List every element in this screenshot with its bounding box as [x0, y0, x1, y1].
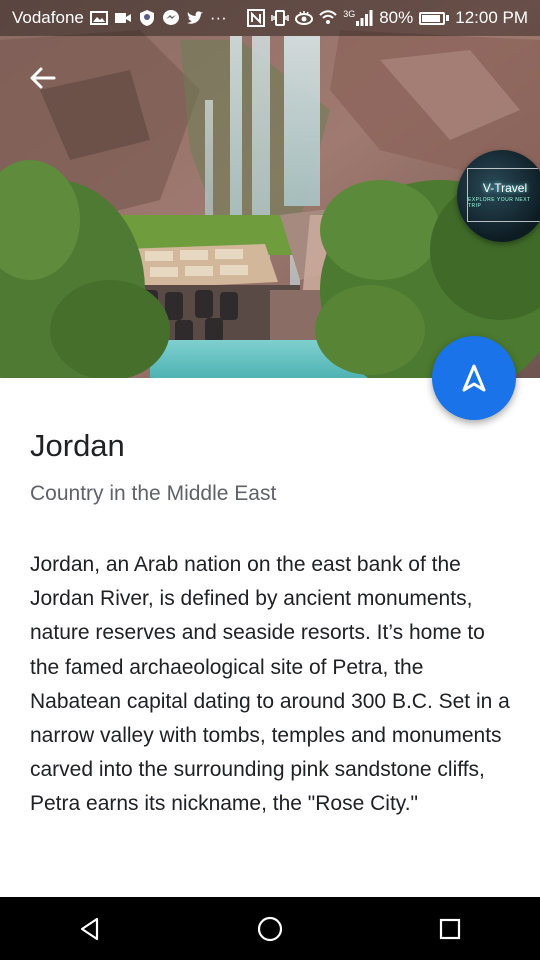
- status-bar: Vodafone ··· 3G 80% 12:00 PM: [0, 0, 540, 36]
- navigation-arrow-icon: [462, 364, 486, 392]
- wifi-icon: [319, 9, 337, 27]
- twitter-notification-icon: [186, 9, 204, 27]
- v-travel-logo: V-Travel EXPLORE YOUR NEXT TRIP: [467, 168, 540, 222]
- cellular-signal-icon: 3G: [343, 10, 373, 26]
- place-description: Jordan, an Arab nation on the east bank …: [30, 553, 510, 816]
- photo-notification-icon: [89, 9, 108, 27]
- battery-icon: [419, 11, 450, 25]
- clock-label: 12:00 PM: [455, 8, 528, 27]
- network-type-label: 3G: [343, 9, 356, 19]
- v-travel-tagline: EXPLORE YOUR NEXT TRIP: [468, 197, 531, 209]
- nav-home-button[interactable]: [240, 899, 300, 959]
- vibrate-icon: [271, 9, 289, 27]
- video-notification-icon: [114, 9, 132, 27]
- battery-percent-label: 80%: [379, 8, 414, 27]
- place-subtitle: Country in the Middle East: [30, 482, 277, 505]
- battery-level-fill: [422, 14, 440, 22]
- v-travel-badge[interactable]: V-Travel EXPLORE YOUR NEXT TRIP: [457, 150, 540, 242]
- back-button[interactable]: [22, 58, 62, 98]
- nfc-icon: [247, 9, 266, 27]
- eye-comfort-icon: [295, 9, 314, 27]
- v-travel-title: V-Travel: [482, 181, 528, 195]
- navigate-button[interactable]: [432, 336, 516, 420]
- messenger-notification-icon: [162, 9, 180, 27]
- nav-back-button[interactable]: [60, 899, 120, 959]
- place-title: Jordan: [30, 428, 125, 463]
- navigation-bar: [0, 897, 540, 960]
- square-recents-icon: [439, 918, 461, 939]
- triangle-back-icon: [80, 917, 99, 940]
- carrier-label: Vodafone: [12, 8, 84, 27]
- arrow-left-icon: [30, 67, 56, 89]
- shield-notification-icon: [138, 9, 156, 27]
- nav-recents-button[interactable]: [420, 899, 480, 959]
- circle-home-icon: [257, 916, 283, 941]
- more-notifications-label: ···: [209, 8, 227, 27]
